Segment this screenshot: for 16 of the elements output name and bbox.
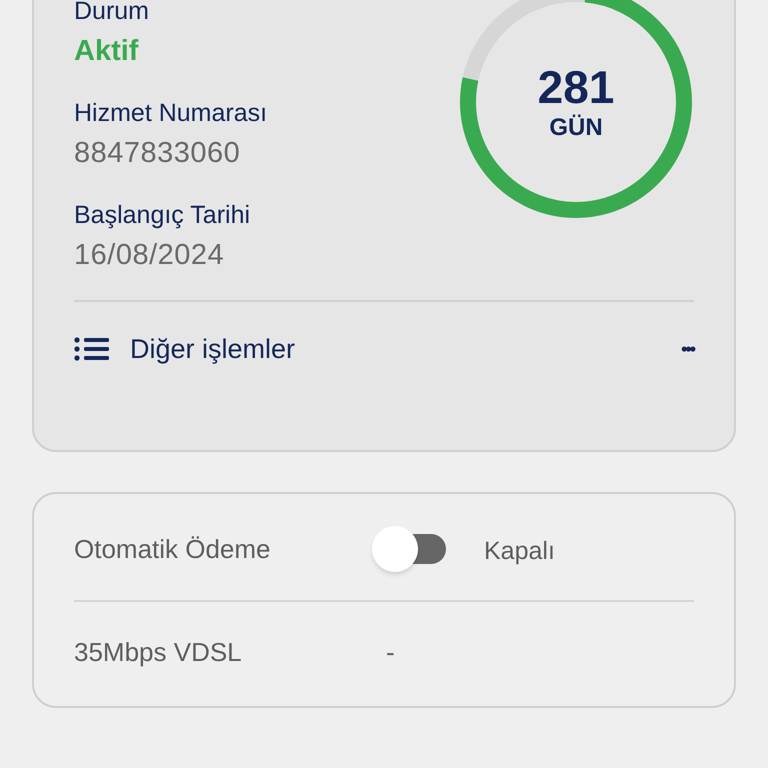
setting-value: - [386,636,395,668]
field-value: 8847833060 [74,136,242,170]
field-label: Başlangıç Tarihi [74,200,252,230]
toggle-switch[interactable] [372,525,448,573]
more-actions-link[interactable]: Diğer işlemler [74,328,296,370]
field-value: 16/08/2024 [74,238,226,272]
setting-label: Otomatik Ödeme [74,532,272,566]
overflow-menu-button[interactable]: ••• [681,336,694,362]
field-label: Durum [74,0,150,26]
status-value: Aktif [74,34,140,68]
list-icon [74,337,110,361]
day-unit: GÜN [549,114,603,142]
field-label: Hizmet Numarası [74,98,268,128]
day-count: 281 [538,62,614,112]
toggle-state: Kapalı [484,536,555,568]
setting-label: 35Mbps VDSL [74,636,243,668]
